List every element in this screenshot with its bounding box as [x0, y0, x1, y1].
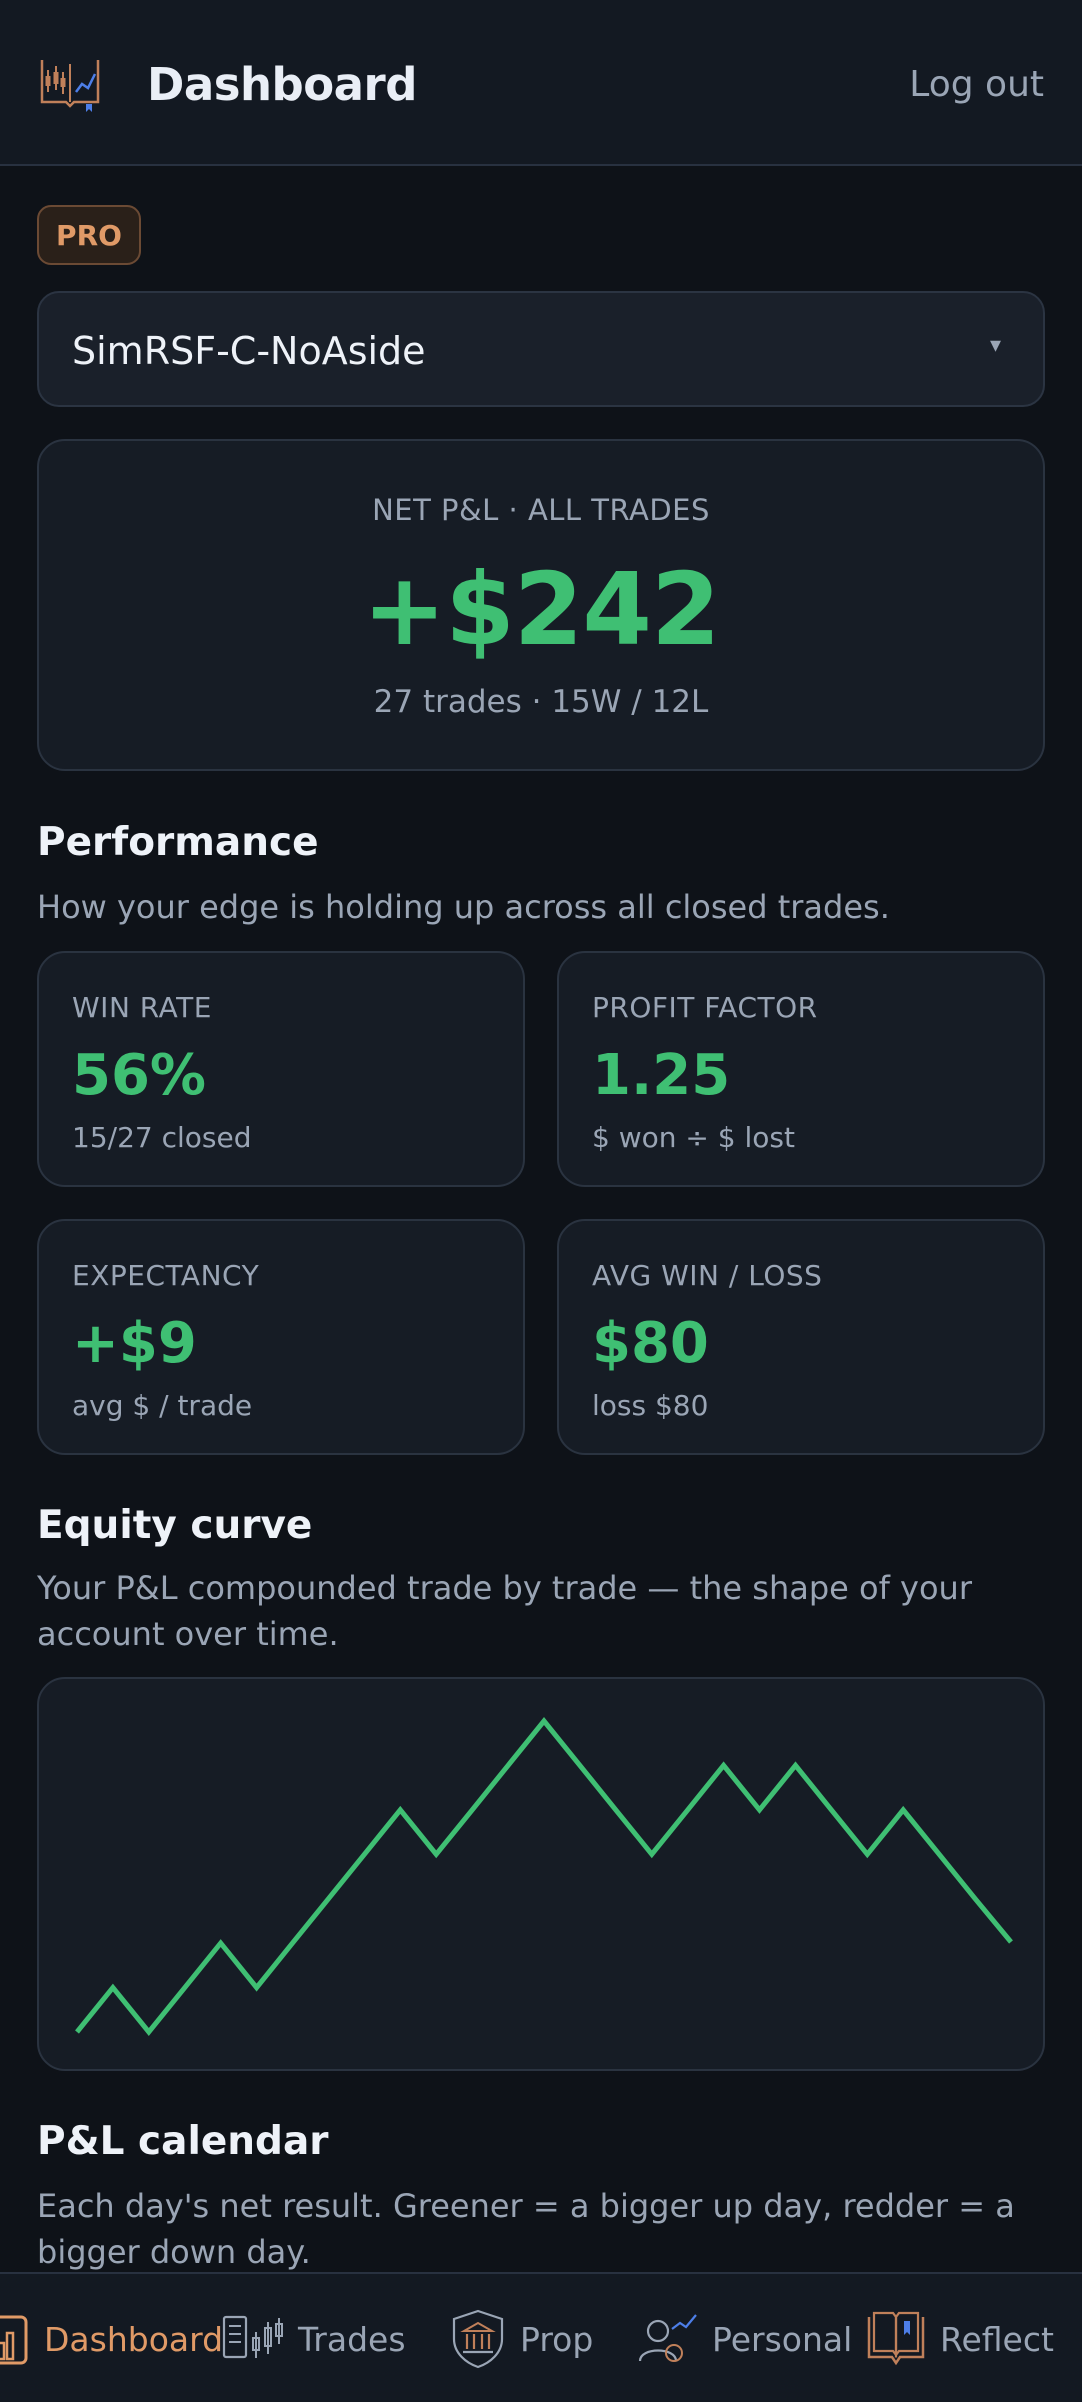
nav-item-label: Reflect [940, 2319, 1054, 2359]
bottom-nav: Dashboard Trades Prop Personal Reflect [0, 2272, 1082, 2402]
nav-item-personal[interactable]: Personal [638, 2274, 852, 2402]
performance-title: Performance [37, 820, 319, 865]
net-pnl-card: NET P&L · ALL TRADES +$242 27 trades · 1… [37, 439, 1045, 771]
logo-icon [40, 60, 100, 112]
net-pnl-label: NET P&L · ALL TRADES [372, 493, 710, 527]
stat-sub: loss $80 [592, 1389, 709, 1422]
nav-item-label: Personal [712, 2319, 853, 2359]
plan-badge: PRO [37, 205, 141, 265]
app-header: Dashboard Log out [0, 0, 1082, 166]
stat-card-profit-factor: PROFIT FACTOR 1.25 $ won ÷ $ lost [557, 951, 1045, 1187]
stat-sub: $ won ÷ $ lost [592, 1121, 795, 1154]
stat-card-expectancy: EXPECTANCY +$9 avg $ / trade [37, 1219, 525, 1455]
book-icon [867, 2311, 925, 2366]
performance-desc: How your edge is holding up across all c… [37, 888, 890, 926]
nav-item-dashboard[interactable]: Dashboard [0, 2274, 223, 2402]
stat-sub: avg $ / trade [72, 1389, 253, 1422]
stat-value: +$9 [72, 1311, 197, 1376]
nav-item-reflect[interactable]: Reflect [866, 2274, 1054, 2402]
equity-series-line [75, 1717, 1013, 2036]
stat-label: EXPECTANCY [72, 1259, 260, 1292]
equity-chart [75, 1717, 1013, 2036]
nav-item-label: Trades [298, 2319, 406, 2359]
stat-card-win-rate: WIN RATE 56% 15/27 closed [37, 951, 525, 1187]
equity-title: Equity curve [37, 1503, 313, 1548]
stat-value: $80 [592, 1311, 709, 1376]
stat-value: 56% [72, 1043, 207, 1108]
nav-item-label: Prop [520, 2319, 594, 2359]
calendar-desc: Each day's net result. Greener = a bigge… [37, 2187, 1015, 2271]
net-pnl-trade-count: 27 trades · 15W / 12L [373, 684, 709, 720]
nav-item-label: Dashboard [44, 2319, 224, 2359]
bank-icon [452, 2309, 504, 2369]
stat-card-avg-win-loss: AVG WIN / LOSS $80 loss $80 [557, 1219, 1045, 1455]
stat-value: 1.25 [592, 1043, 731, 1108]
stat-label: AVG WIN / LOSS [592, 1259, 823, 1292]
equity-desc: Your P&L compounded trade by trade — the… [37, 1569, 972, 1653]
stat-label: WIN RATE [72, 991, 212, 1024]
logout-button[interactable]: Log out [909, 64, 1044, 105]
calendar-title: P&L calendar [37, 2119, 329, 2164]
stat-sub: 15/27 closed [72, 1121, 252, 1154]
candlestick-icon [222, 2315, 283, 2359]
page-title: Dashboard [147, 58, 417, 111]
nav-item-prop[interactable]: Prop [450, 2274, 593, 2402]
stat-label: PROFIT FACTOR [592, 991, 818, 1024]
bar-chart-icon [0, 2315, 28, 2365]
nav-item-trades[interactable]: Trades [222, 2274, 406, 2402]
equity-chart-card [37, 1677, 1045, 2071]
account-select[interactable]: SimRSF-C-NoAside ▾ [37, 291, 1045, 407]
account-select-value: SimRSF-C-NoAside [72, 329, 426, 373]
net-pnl-value: +$242 [362, 551, 720, 668]
user-chart-icon [638, 2314, 697, 2362]
chevron-down-icon: ▾ [989, 333, 1001, 358]
